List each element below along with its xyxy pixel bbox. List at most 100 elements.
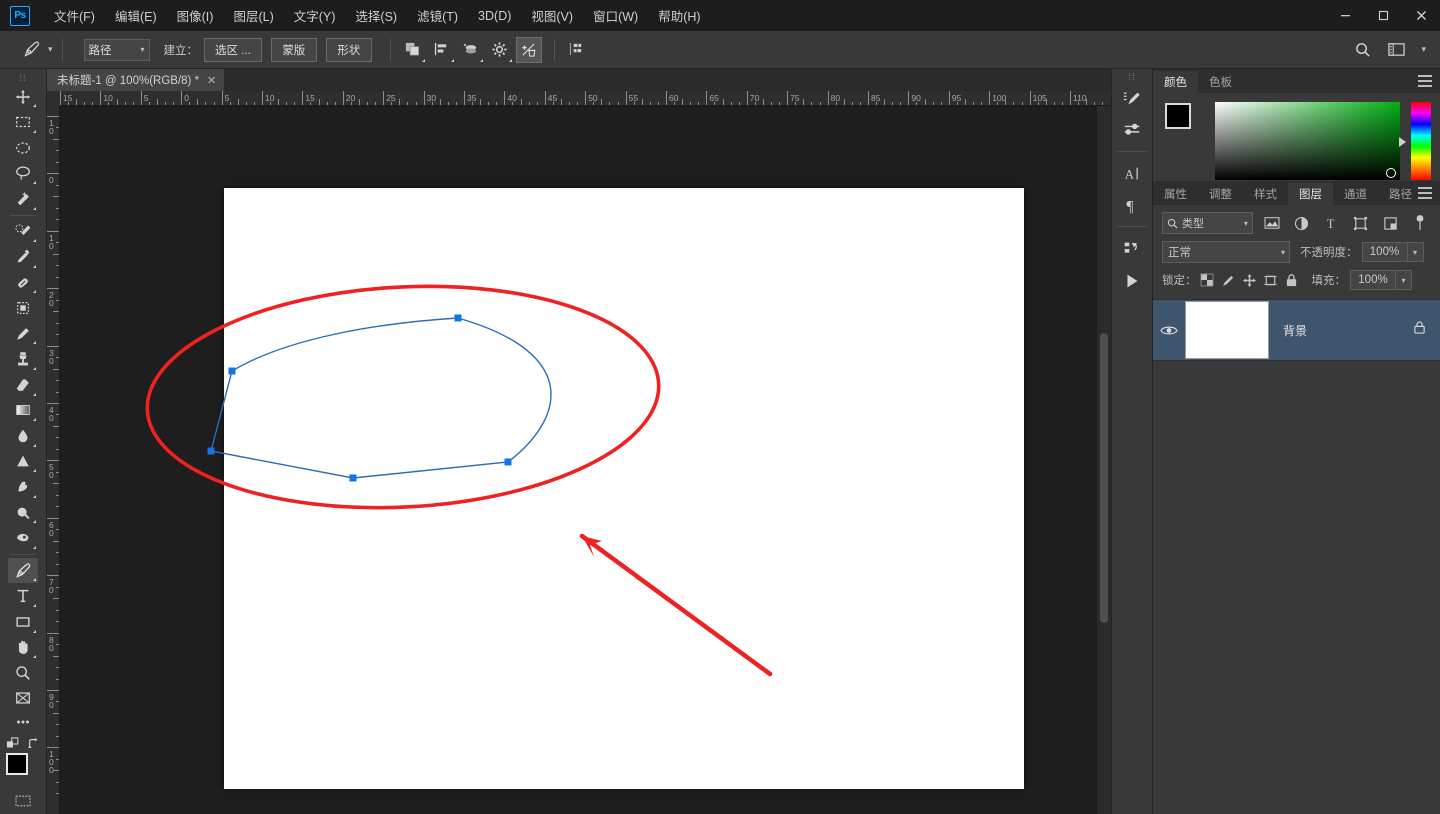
minimize-button[interactable] [1326,0,1364,31]
quick-mask-icon[interactable] [8,788,38,814]
quick-selection-tool[interactable] [8,219,38,245]
brush-presets-icon[interactable] [1117,84,1147,114]
tool-preset-caret-icon[interactable]: ▾ [48,44,53,55]
hue-slider[interactable] [1411,102,1431,180]
make-mask-button[interactable]: 蒙版 [271,38,317,62]
document-tab[interactable]: 未标题-1 @ 100%(RGB/8) * ✕ [47,69,225,91]
rectangular-marquee-tool[interactable] [8,109,38,135]
close-button[interactable] [1402,0,1440,31]
brush-settings-icon[interactable] [1117,116,1147,146]
lasso-tool[interactable] [8,160,38,186]
foreground-color-swatch[interactable] [6,753,28,775]
hand-tool[interactable] [8,635,38,661]
layer-name[interactable]: 背景 [1283,322,1307,339]
dodge-tool[interactable] [8,449,38,475]
horizontal-type-tool[interactable] [8,583,38,609]
vertical-ruler[interactable]: 100102030405060708090100 [47,106,60,814]
tab-adjustments[interactable]: 调整 [1198,183,1243,205]
eye-icon[interactable] [1153,324,1185,337]
color-panel-swatches[interactable] [1165,103,1205,143]
path-alignment-icon[interactable] [429,37,455,63]
tab-properties[interactable]: 属性 [1153,183,1198,205]
layer-row-background[interactable]: 背景 [1153,299,1440,361]
layer-lock-icon[interactable] [1413,320,1426,340]
auto-add-delete-icon[interactable] [516,37,542,63]
more-tools-icon[interactable] [8,711,38,733]
menu-file[interactable]: 文件(F) [44,0,105,31]
filter-toggle-icon[interactable] [1409,213,1431,233]
clone-stamp-tool[interactable] [8,346,38,372]
pen-tool-icon[interactable] [18,37,44,63]
tab-color[interactable]: 颜色 [1153,71,1198,93]
filter-pixel-icon[interactable] [1261,213,1283,233]
panel-menu-icon[interactable] [1418,187,1432,202]
elliptical-marquee-tool[interactable] [8,135,38,161]
menu-image[interactable]: 图像(I) [167,0,224,31]
filter-shape-icon[interactable] [1350,213,1372,233]
panel-menu-icon[interactable] [1418,75,1432,90]
fill-caret-icon[interactable]: ▾ [1396,270,1412,290]
lock-position-icon[interactable] [1239,270,1260,290]
actions-panel-icon[interactable] [1117,266,1147,296]
lock-transparent-pixels-icon[interactable] [1197,270,1218,290]
default-colors-icon[interactable] [6,737,20,751]
tab-paths[interactable]: 路径 [1378,183,1423,205]
search-icon[interactable] [1349,37,1375,63]
menu-layer[interactable]: 图层(L) [223,0,283,31]
menu-view[interactable]: 视图(V) [521,0,583,31]
horizontal-ruler[interactable]: 1510505101520253035404550556065707580859… [60,91,1111,106]
tab-styles[interactable]: 样式 [1243,183,1288,205]
path-arrangement-icon[interactable] [458,37,484,63]
menu-3d[interactable]: 3D(D) [468,0,521,31]
menu-filter[interactable]: 滤镜(T) [407,0,468,31]
menu-window[interactable]: 窗口(W) [583,0,648,31]
brush-tool[interactable] [8,321,38,347]
eraser-tool[interactable] [8,372,38,398]
opacity-field[interactable]: 100% [1362,242,1408,262]
paragraph-panel-icon[interactable]: ¶ [1117,191,1147,221]
canvas-viewport[interactable] [61,107,1096,814]
filter-smartobject-icon[interactable] [1380,213,1402,233]
move-tool[interactable] [8,84,38,110]
tab-channels[interactable]: 通道 [1333,183,1378,205]
scrollbar-thumb[interactable] [1100,333,1108,623]
filter-adjustment-icon[interactable] [1291,213,1313,233]
smudge-tool[interactable] [8,474,38,500]
canvas-document[interactable] [224,188,1024,789]
pen-tool[interactable] [8,558,38,584]
lock-artboard-icon[interactable] [1260,270,1281,290]
canvas-vertical-scrollbar[interactable] [1097,106,1111,814]
gear-icon[interactable] [487,37,513,63]
lock-image-pixels-icon[interactable] [1218,270,1239,290]
menu-edit[interactable]: 编辑(E) [105,0,167,31]
filter-type-icon[interactable]: T [1320,213,1342,233]
path-anchor-point[interactable] [208,448,215,455]
tab-swatches[interactable]: 色板 [1198,71,1243,93]
history-panel-icon[interactable] [1117,234,1147,264]
blend-mode-select[interactable]: 正常 ▾ [1162,241,1290,263]
make-selection-button[interactable]: 选区 ... [204,38,262,62]
make-shape-button[interactable]: 形状 [326,38,372,62]
close-icon[interactable]: ✕ [207,74,216,87]
color-field[interactable] [1215,102,1400,180]
sponge-tool[interactable] [8,500,38,526]
fill-field[interactable]: 100% [1350,270,1396,290]
pen-mode-select[interactable]: 路径 ▾ [84,39,150,61]
edit-toolbar-icon[interactable] [8,686,38,712]
rectangle-tool[interactable] [8,609,38,635]
lock-all-icon[interactable] [1281,270,1302,290]
layer-filter-select[interactable]: 类型 ▾ [1162,212,1253,234]
path-operations-icon[interactable] [400,37,426,63]
menu-type[interactable]: 文字(Y) [284,0,346,31]
magic-wand-tool[interactable] [8,186,38,212]
color-swatches[interactable] [6,753,40,786]
opacity-caret-icon[interactable]: ▾ [1408,242,1424,262]
gradient-tool[interactable] [8,398,38,424]
swap-colors-icon[interactable] [27,737,41,751]
foreground-color-swatch[interactable] [1165,103,1191,129]
history-brush-tool[interactable] [8,525,38,551]
menu-select[interactable]: 选择(S) [345,0,407,31]
zoom-tool[interactable] [8,660,38,686]
dock-handle[interactable]: ⁞⁞ [1128,72,1135,82]
workspace-caret-icon[interactable]: ▾ [1421,44,1426,55]
